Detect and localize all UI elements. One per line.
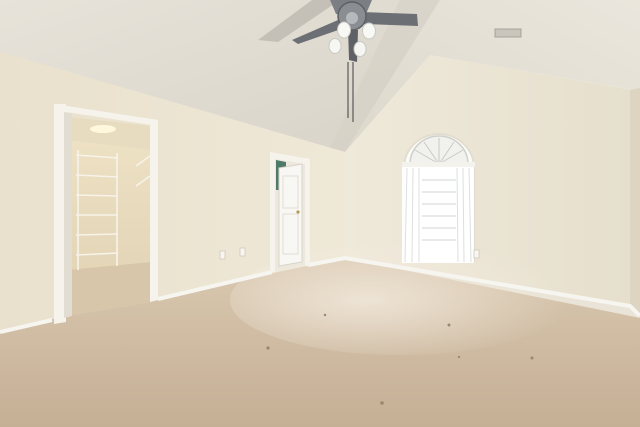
fan-light-bulb [353,41,367,57]
wall-outlet [473,249,480,259]
far-right-wall [630,88,640,318]
curtain-rod [402,162,475,167]
sheer-curtain [402,167,474,263]
empty-bedroom-photo [0,0,640,427]
wall-outlet [219,250,226,260]
door-knob [296,210,300,214]
arched-window [402,133,480,263]
fan-light-bulb [337,21,351,39]
air-vent [494,28,522,38]
fan-light-bulb [328,38,342,54]
closet-light-fixture [90,125,116,133]
hallway-doorway [270,152,310,272]
fan-light-bulb [362,22,376,40]
closet-doorway [54,104,158,324]
hallway-door [278,163,303,267]
wall-outlet [239,247,246,257]
